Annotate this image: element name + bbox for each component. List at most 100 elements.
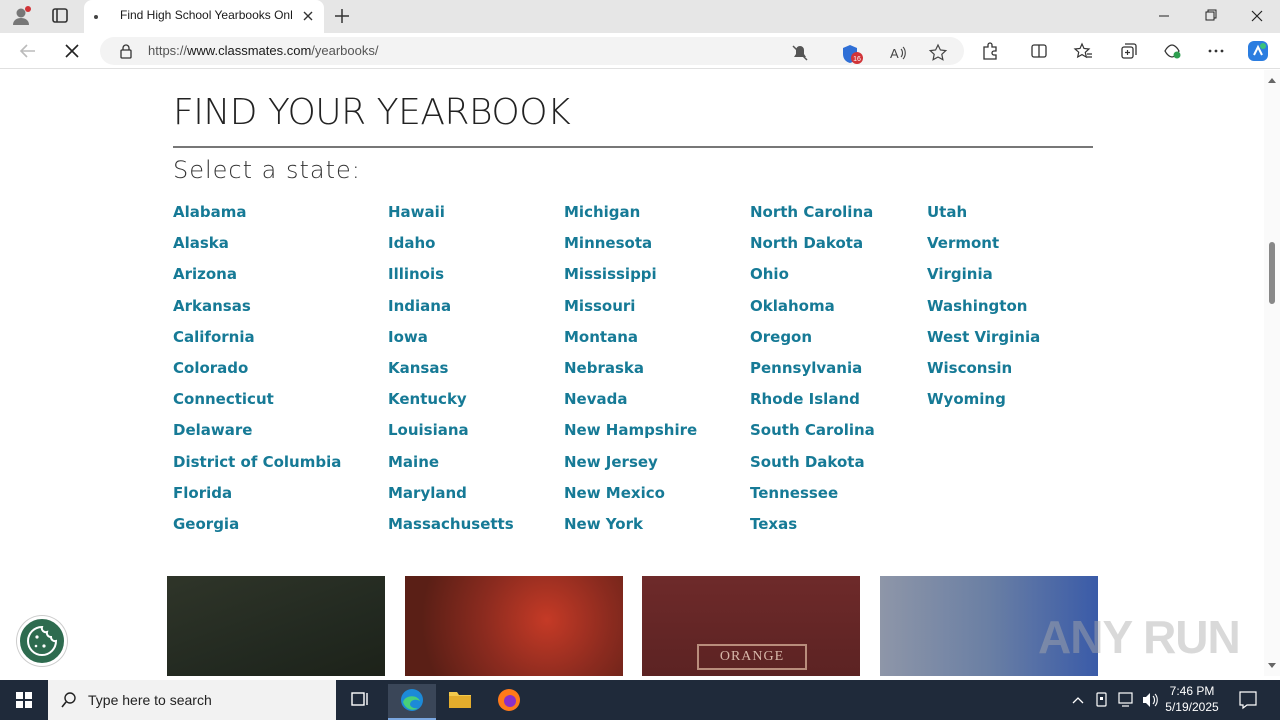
state-link[interactable]: Utah	[927, 203, 1040, 234]
state-link[interactable]: Arkansas	[173, 297, 341, 328]
state-link[interactable]: Missouri	[564, 297, 697, 328]
state-link[interactable]: Texas	[750, 515, 875, 546]
state-link[interactable]: Vermont	[927, 234, 1040, 265]
state-link[interactable]: Maine	[388, 453, 514, 484]
state-link[interactable]: New Jersey	[564, 453, 697, 484]
state-link[interactable]: Kansas	[388, 359, 514, 390]
state-link[interactable]: New York	[564, 515, 697, 546]
clock-time: 7:46 PM	[1169, 684, 1215, 698]
state-link[interactable]: Tennessee	[750, 484, 875, 515]
state-link[interactable]: Iowa	[388, 328, 514, 359]
page-scrollbar[interactable]	[1264, 70, 1280, 676]
state-link[interactable]: Delaware	[173, 421, 341, 452]
state-link[interactable]: Arizona	[173, 265, 341, 296]
page-title: FIND YOUR YEARBOOK	[173, 92, 571, 133]
state-link[interactable]: Wisconsin	[927, 359, 1040, 390]
state-link[interactable]: Connecticut	[173, 390, 341, 421]
state-link[interactable]: Massachusetts	[388, 515, 514, 546]
state-link[interactable]: Nebraska	[564, 359, 697, 390]
state-link[interactable]: Florida	[173, 484, 341, 515]
state-link[interactable]: Rhode Island	[750, 390, 875, 421]
state-link[interactable]: Kentucky	[388, 390, 514, 421]
state-link[interactable]: Oklahoma	[750, 297, 875, 328]
state-link[interactable]: Alaska	[173, 234, 341, 265]
state-link[interactable]: South Carolina	[750, 421, 875, 452]
task-view-icon[interactable]	[336, 684, 384, 720]
notification-center-icon[interactable]	[1236, 680, 1260, 720]
cookie-settings-button[interactable]	[17, 616, 67, 666]
cookie-icon	[27, 625, 58, 656]
tab-actions-icon[interactable]	[48, 5, 72, 27]
state-link[interactable]: District of Columbia	[173, 453, 341, 484]
start-button[interactable]	[0, 680, 48, 720]
state-link[interactable]: Washington	[927, 297, 1040, 328]
state-link[interactable]: West Virginia	[927, 328, 1040, 359]
state-link[interactable]: New Hampshire	[564, 421, 697, 452]
favorite-star-icon[interactable]	[928, 43, 948, 63]
state-link[interactable]: Ohio	[750, 265, 875, 296]
state-link[interactable]: New Mexico	[564, 484, 697, 515]
scrollbar-thumb[interactable]	[1269, 242, 1275, 304]
more-menu-icon[interactable]	[1206, 41, 1226, 61]
address-bar[interactable]: https://www.classmates.com/yearbooks/ 16…	[100, 37, 964, 65]
state-link[interactable]: Alabama	[173, 203, 341, 234]
new-tab-icon[interactable]	[332, 6, 352, 26]
extension-shield-icon[interactable]: 16	[840, 43, 864, 64]
state-link[interactable]: North Carolina	[750, 203, 875, 234]
state-link[interactable]: Idaho	[388, 234, 514, 265]
state-link[interactable]: Montana	[564, 328, 697, 359]
yearbook-cover-3[interactable]: ORANGE	[642, 576, 860, 676]
favorites-icon[interactable]	[1073, 41, 1093, 61]
network-icon[interactable]	[1116, 680, 1136, 720]
back-icon[interactable]	[16, 39, 40, 63]
volume-icon[interactable]	[1140, 680, 1160, 720]
state-link[interactable]: Mississippi	[564, 265, 697, 296]
state-link[interactable]: South Dakota	[750, 453, 875, 484]
tab-strip: Find High School Yearbooks Onli	[0, 0, 1280, 33]
tab-title: Find High School Yearbooks Onli	[120, 8, 292, 22]
state-link[interactable]: Oregon	[750, 328, 875, 359]
file-explorer-icon[interactable]	[436, 684, 484, 720]
stop-loading-icon[interactable]	[60, 39, 84, 63]
minimize-icon[interactable]	[1141, 4, 1187, 28]
active-tab[interactable]: Find High School Yearbooks Onli	[84, 0, 324, 33]
firefox-icon[interactable]	[485, 684, 533, 720]
state-link[interactable]: Indiana	[388, 297, 514, 328]
state-link[interactable]: Hawaii	[388, 203, 514, 234]
state-link[interactable]: Minnesota	[564, 234, 697, 265]
collections-icon[interactable]	[1118, 41, 1138, 61]
state-link[interactable]: Wyoming	[927, 390, 1040, 421]
state-link[interactable]: North Dakota	[750, 234, 875, 265]
scroll-up-icon[interactable]	[1268, 78, 1276, 83]
split-screen-icon[interactable]	[1029, 41, 1049, 61]
state-link[interactable]: Colorado	[173, 359, 341, 390]
close-window-icon[interactable]	[1234, 4, 1280, 28]
state-link[interactable]: Louisiana	[388, 421, 514, 452]
state-link[interactable]: Virginia	[927, 265, 1040, 296]
lock-icon[interactable]	[118, 43, 134, 59]
browser-essentials-icon[interactable]	[1162, 41, 1182, 61]
state-link[interactable]: Pennsylvania	[750, 359, 875, 390]
url-text[interactable]: https://www.classmates.com/yearbooks/	[148, 43, 378, 58]
extensions-icon[interactable]	[980, 41, 1000, 61]
edge-taskbar-icon[interactable]	[388, 684, 436, 720]
yearbook-cover-2[interactable]	[405, 576, 623, 676]
state-link[interactable]: Michigan	[564, 203, 697, 234]
scroll-down-icon[interactable]	[1268, 663, 1276, 668]
state-link[interactable]: Georgia	[173, 515, 341, 546]
notifications-off-icon[interactable]	[790, 43, 810, 63]
restore-icon[interactable]	[1187, 4, 1233, 28]
state-link[interactable]: Maryland	[388, 484, 514, 515]
taskbar-search-box[interactable]: Type here to search	[48, 680, 336, 720]
profile-icon[interactable]	[10, 5, 32, 27]
device-icon[interactable]	[1092, 680, 1112, 720]
read-aloud-icon[interactable]: A	[888, 43, 908, 63]
state-link[interactable]: Nevada	[564, 390, 697, 421]
yearbook-cover-1[interactable]	[167, 576, 385, 676]
close-tab-icon[interactable]	[300, 8, 316, 24]
show-hidden-icons[interactable]	[1068, 680, 1088, 720]
copilot-icon[interactable]	[1246, 39, 1270, 63]
state-link[interactable]: Illinois	[388, 265, 514, 296]
state-link[interactable]: California	[173, 328, 341, 359]
system-clock[interactable]: 7:46 PM 5/19/2025	[1160, 683, 1224, 715]
